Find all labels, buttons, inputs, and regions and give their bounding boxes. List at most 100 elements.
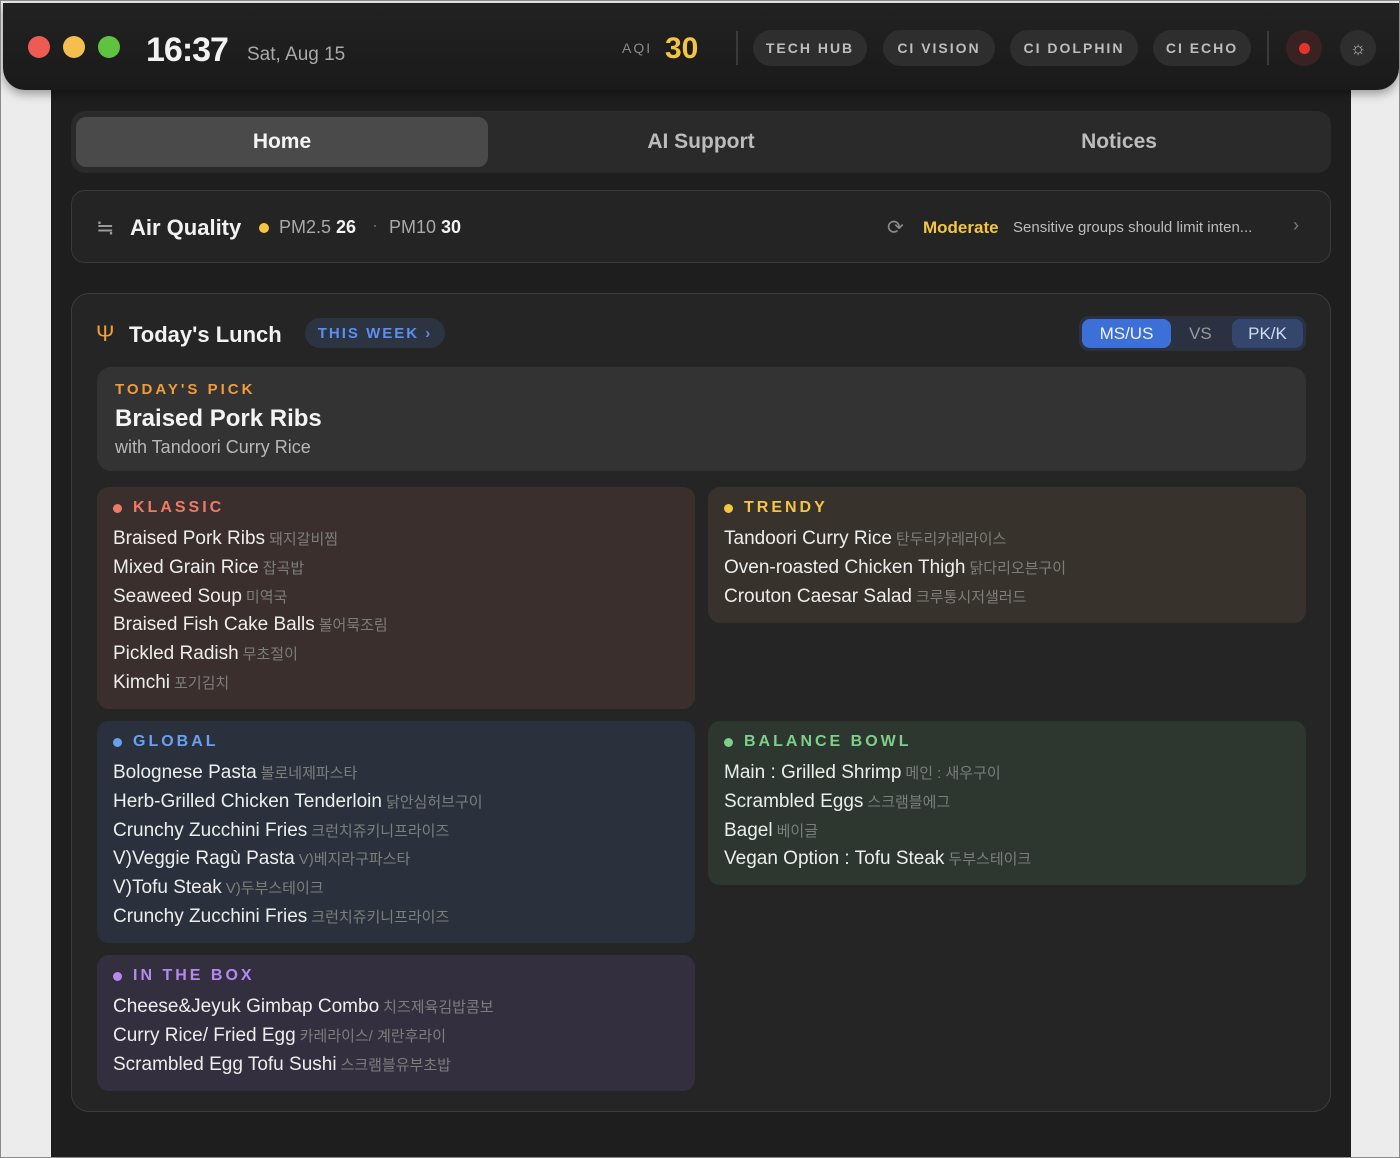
menu-item-list: Tandoori Curry Rice 탄두리카레라이스 Oven-roasted … [724, 525, 1066, 611]
menu-item-name: V)Tofu Steak [113, 877, 222, 899]
menu-item: Scrambled Eggs 스크램블에그 [724, 788, 1031, 817]
menu-item-name: Kimchi [113, 671, 171, 693]
minimize-window-button[interactable] [63, 36, 85, 58]
menu-item-korean-name: 메인 : 새우구이 [905, 765, 1001, 782]
pm-separator: · [372, 215, 378, 235]
air-quality-status: Moderate [923, 218, 999, 237]
menu-item-korean-name: 베이글 [776, 822, 819, 840]
menu-item-name: Tandoori Curry Rice [724, 528, 892, 549]
theme-toggle-button[interactable]: ☼ [1340, 30, 1376, 66]
menu-item: Mixed Grain Rice 잡곡밥 [113, 554, 388, 583]
category-dot-icon [113, 503, 122, 513]
menu-card-balance-bowl[interactable]: BALANCE BOWL Main : Grilled Shrimp 메인 : 새우… [708, 721, 1306, 885]
category-dot-icon [113, 737, 122, 747]
close-window-button[interactable] [28, 36, 50, 58]
menu-item: Crunchy Zucchini Fries 크런치쥬키니프라이즈 [113, 817, 483, 846]
divider [1267, 31, 1269, 65]
todays-pick-card[interactable]: TODAY'S PICK Braised Pork Ribs with Tand… [97, 367, 1306, 471]
category-name: BALANCE BOWL [744, 733, 912, 750]
menu-item: Crunchy Zucchini Fries 크런치쥬키니프라이즈 [113, 903, 483, 932]
menu-item-name: Bolognese Pasta [113, 762, 257, 783]
tab-ai-support[interactable]: AI Support [495, 117, 907, 167]
menu-item-korean-name: 볼어묵조림 [318, 617, 388, 635]
menu-item-korean-name: 미역국 [245, 588, 288, 606]
menu-item-korean-name: 포기김치 [174, 674, 230, 692]
menu-item: Curry Rice/ Fried Egg 카레라이스/ 계란후라이 [113, 1022, 494, 1051]
menu-item-name: Bagel [724, 819, 773, 841]
menu-item-korean-name: 치즈제육김밥콤보 [383, 999, 494, 1016]
menu-item: Vegan Option : Tofu Steak 두부스테이크 [724, 845, 1031, 874]
menu-item: Seaweed Soup 미역국 [113, 583, 388, 612]
toggle-pk-k[interactable]: PK/K [1232, 319, 1303, 348]
wind-icon: ≒ [96, 215, 115, 240]
main-tabs: Home AI Support Notices [71, 111, 1331, 173]
aqi-label: AQI [622, 40, 653, 56]
menu-item-list: Cheese&Jeyuk Gimbap Combo 치즈제육김밥콤보 Curry R… [113, 993, 494, 1079]
air-quality-advice: Sensitive groups should limit inten... [1013, 219, 1253, 236]
air-quality-status-dot [259, 223, 269, 233]
app-frame: 16:37 Sat, Aug 15 AQI 30 TECH HUB CI VIS… [0, 0, 1400, 1158]
pm10-value: 30 [441, 217, 462, 237]
menu-item-name: V)Veggie Ragù Pasta [113, 848, 295, 870]
fork-knife-icon: Ψ [96, 321, 115, 346]
nav-pill-ci-echo[interactable]: CI ECHO [1153, 30, 1251, 66]
nav-pill-ci-vision[interactable]: CI VISION [883, 30, 995, 66]
menu-item-korean-name: 닭다리오븐구이 [969, 559, 1067, 577]
nav-pill-tech-hub[interactable]: TECH HUB [753, 30, 867, 66]
menu-item-name: Vegan Option : Tofu Steak [724, 848, 945, 870]
menu-item: Main : Grilled Shrimp 메인 : 새우구이 [724, 759, 1031, 788]
menu-card-in-the-box[interactable]: IN THE BOX Cheese&Jeyuk Gimbap Combo 치즈제육김… [97, 955, 695, 1091]
menu-item-korean-name: 스크램블유부초밥 [340, 1056, 451, 1074]
maximize-window-button[interactable] [98, 36, 120, 58]
menu-item: Herb-Grilled Chicken Tenderloin 닭안심허브구이 [113, 788, 483, 817]
menu-item: Bagel 베이글 [724, 817, 1031, 846]
menu-item: V)Veggie Ragù Pasta V)베지라구파스타 [113, 845, 483, 874]
menu-item-list: Bolognese Pasta 볼로네제파스타 Herb-Grilled Chick… [113, 759, 483, 932]
menu-card-trendy[interactable]: TRENDY Tandoori Curry Rice 탄두리카레라이스 Oven-ro… [708, 487, 1306, 623]
menu-item: Braised Fish Cake Balls 볼어묵조림 [113, 611, 388, 640]
category-header: BALANCE BOWL [724, 733, 912, 751]
menu-item: Braised Pork Ribs 돼지갈비찜 [113, 525, 388, 554]
pm10-reading: PM10 30 [389, 217, 461, 238]
record-button[interactable] [1286, 30, 1322, 66]
refresh-icon[interactable]: ⟳ [887, 215, 904, 240]
todays-pick-label: TODAY'S PICK [115, 381, 256, 398]
menu-item-name: Oven-roasted Chicken Thigh [724, 556, 966, 578]
menu-item-korean-name: 무초절이 [242, 646, 298, 664]
menu-item-korean-name: 스크램블에그 [867, 793, 951, 811]
tab-notices[interactable]: Notices [913, 117, 1325, 167]
menu-item-korean-name: V)베지라구파스타 [298, 851, 411, 869]
aqi-value: 30 [665, 32, 699, 65]
this-week-button[interactable]: THIS WEEK › [305, 318, 445, 348]
menu-item-name: Crunchy Zucchini Fries [113, 819, 308, 841]
pm25-reading: PM2.5 26 [279, 217, 356, 238]
menu-item-name: Seaweed Soup [113, 585, 242, 607]
air-quality-title: Air Quality [130, 215, 242, 240]
menu-item-name: Scrambled Egg Tofu Sushi [113, 1053, 337, 1075]
pm10-label: PM10 [389, 217, 437, 237]
category-header: GLOBAL [113, 733, 219, 751]
category-header: KLASSIC [113, 499, 224, 517]
lunch-title: Today's Lunch [129, 322, 282, 347]
menu-card-global[interactable]: GLOBAL Bolognese Pasta 볼로네제파스타 Herb-Grilled… [97, 721, 695, 943]
menu-card-klassic[interactable]: KLASSIC Braised Pork Ribs 돼지갈비찜 Mixed Grain… [97, 487, 695, 709]
menu-item-list: Main : Grilled Shrimp 메인 : 새우구이 Scrambled … [724, 759, 1031, 874]
todays-pick-subtitle: with Tandoori Curry Rice [115, 437, 311, 457]
air-quality-card[interactable]: ≒ Air Quality PM2.5 26 · PM10 30 ⟳ Moder… [71, 190, 1331, 263]
category-name: IN THE BOX [133, 967, 255, 984]
menu-item-name: Curry Rice/ Fried Egg [113, 1024, 296, 1046]
chevron-right-icon[interactable]: › [1293, 215, 1299, 236]
menu-item-korean-name: 크런치쥬키니프라이즈 [311, 908, 450, 926]
toggle-ms-us[interactable]: MS/US [1082, 319, 1171, 348]
record-icon [1298, 42, 1310, 54]
menu-item: Oven-roasted Chicken Thigh 닭다리오븐구이 [724, 554, 1066, 583]
category-header: TRENDY [724, 499, 828, 517]
nav-pill-ci-dolphin[interactable]: CI DOLPHIN [1010, 30, 1138, 66]
tab-home[interactable]: Home [76, 117, 488, 167]
menu-item-list: Braised Pork Ribs 돼지갈비찜 Mixed Grain Rice 잡곡… [113, 525, 388, 698]
menu-item: Pickled Radish 무초절이 [113, 640, 388, 669]
menu-item-name: Crunchy Zucchini Fries [113, 905, 308, 927]
menu-item-name: Scrambled Eggs [724, 790, 864, 812]
menu-item-name: Main : Grilled Shrimp [724, 762, 902, 783]
menu-item-name: Braised Fish Cake Balls [113, 614, 315, 636]
